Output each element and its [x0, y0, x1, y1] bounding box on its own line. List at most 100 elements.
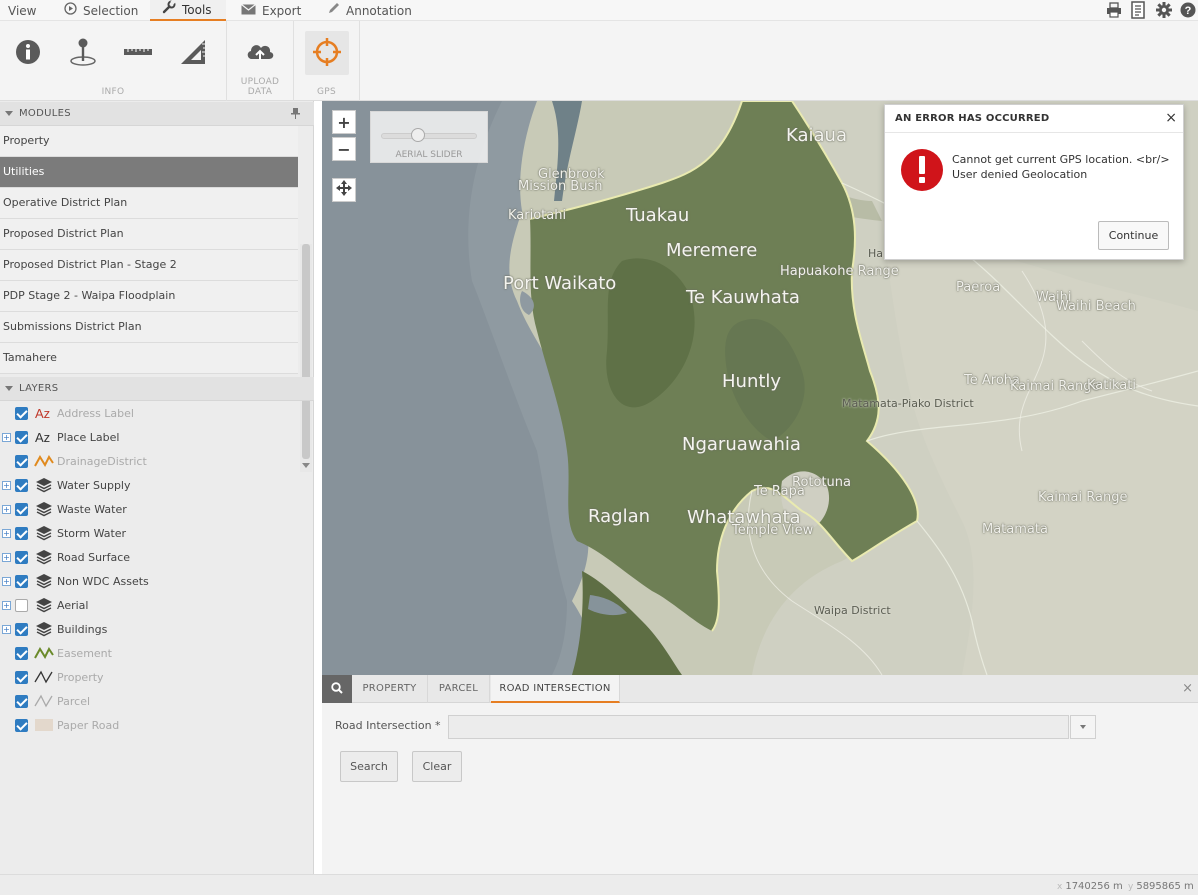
layer-name[interactable]: Property: [57, 671, 104, 684]
expand-icon[interactable]: +: [2, 552, 11, 562]
menu-bar: View Selection Tools Export Annotation ?: [0, 0, 1198, 21]
layer-checkbox[interactable]: [15, 502, 28, 516]
module-item[interactable]: Proposed District Plan - Stage 2: [0, 250, 298, 281]
layer-name[interactable]: Waste Water: [57, 503, 127, 516]
layer-name[interactable]: Address Label: [57, 407, 134, 420]
layer-checkbox[interactable]: [15, 694, 28, 708]
print-icon[interactable]: [1106, 2, 1122, 18]
layer-name[interactable]: DrainageDistrict: [57, 455, 147, 468]
layer-name[interactable]: Non WDC Assets: [57, 575, 149, 588]
pan-button[interactable]: [332, 178, 356, 202]
upload-data-button[interactable]: [238, 31, 282, 75]
dialog-close-button[interactable]: ×: [1165, 110, 1177, 126]
search-tab[interactable]: [322, 675, 352, 703]
layers-stack-icon: [34, 477, 54, 493]
clear-button[interactable]: Clear: [412, 751, 462, 782]
layer-row: Parcel: [0, 689, 314, 713]
layer-name[interactable]: Place Label: [57, 431, 119, 444]
zoom-out-button[interactable]: −: [332, 137, 356, 161]
tab-property[interactable]: PROPERTY: [352, 675, 428, 703]
module-item[interactable]: PDP Stage 2 - Waipa Floodplain: [0, 281, 298, 312]
layer-checkbox[interactable]: [15, 598, 28, 612]
layer-checkbox[interactable]: [15, 646, 28, 660]
aerial-slider-knob[interactable]: [411, 128, 425, 142]
layers-stack-icon: [34, 501, 54, 517]
dialog-message: Cannot get current GPS location. <br/> U…: [952, 152, 1172, 182]
expand-icon[interactable]: +: [2, 504, 11, 514]
menu-tab-annotation[interactable]: Annotation: [327, 0, 417, 21]
menu-tab-label: Selection: [83, 3, 139, 18]
area-measure-button[interactable]: [171, 31, 215, 75]
menu-tab-selection[interactable]: Selection: [64, 0, 144, 21]
help-icon[interactable]: ?: [1180, 2, 1196, 18]
layer-row: + Az Place Label: [0, 425, 314, 449]
layer-name[interactable]: Parcel: [57, 695, 90, 708]
module-item[interactable]: Tamahere: [0, 343, 298, 374]
layer-name[interactable]: Water Supply: [57, 479, 131, 492]
search-tabs: PROPERTY PARCEL ROAD INTERSECTION ×: [322, 675, 1198, 703]
layer-checkbox[interactable]: [15, 718, 28, 732]
modules-header[interactable]: MODULES: [0, 102, 314, 126]
menu-tab-tools[interactable]: Tools: [150, 0, 226, 21]
measure-button[interactable]: [116, 31, 160, 75]
module-item[interactable]: Operative District Plan: [0, 188, 298, 219]
expand-icon[interactable]: +: [2, 480, 11, 490]
road-intersection-dropdown[interactable]: [1070, 715, 1096, 739]
collapse-triangle-icon: [5, 386, 13, 391]
ribbon-group-info: INFO: [0, 21, 227, 101]
map-place-label: Paeroa: [956, 280, 1001, 295]
line-dark-icon: [34, 669, 54, 685]
layer-name[interactable]: Aerial: [57, 599, 88, 612]
document-icon[interactable]: [1131, 1, 1147, 19]
layer-checkbox[interactable]: [15, 550, 28, 564]
layer-name[interactable]: Storm Water: [57, 527, 126, 540]
layer-name[interactable]: Buildings: [57, 623, 107, 636]
layer-name[interactable]: Road Surface: [57, 551, 130, 564]
zoom-in-button[interactable]: +: [332, 110, 356, 134]
layer-row: + Aerial: [0, 593, 314, 617]
expand-icon[interactable]: +: [2, 624, 11, 634]
module-item[interactable]: Proposed District Plan: [0, 219, 298, 250]
line-grey-icon: [34, 693, 54, 709]
expand-icon[interactable]: +: [2, 576, 11, 586]
road-intersection-input[interactable]: [448, 715, 1069, 739]
menu-tab-label: Annotation: [346, 3, 412, 18]
zoom-out-label: −: [337, 139, 351, 159]
aerial-slider: AERIAL SLIDER: [370, 111, 488, 163]
layer-checkbox[interactable]: [15, 430, 28, 444]
aerial-slider-track[interactable]: [381, 133, 477, 139]
module-item[interactable]: Submissions District Plan: [0, 312, 298, 343]
identify-button[interactable]: [61, 31, 105, 75]
svg-text:Az: Az: [35, 430, 50, 444]
layer-checkbox[interactable]: [15, 574, 28, 588]
expand-icon[interactable]: +: [2, 600, 11, 610]
gps-button[interactable]: [305, 31, 349, 75]
module-item[interactable]: Utilities: [0, 157, 298, 188]
zoom-in-label: +: [337, 112, 351, 132]
menu-tab-export[interactable]: Export: [241, 0, 311, 21]
layer-checkbox[interactable]: [15, 478, 28, 492]
map-place-label: Raglan: [588, 506, 651, 527]
pin-icon[interactable]: [291, 108, 300, 122]
measure-ruler-icon: [123, 47, 153, 60]
layer-checkbox[interactable]: [15, 406, 28, 420]
layer-checkbox[interactable]: [15, 454, 28, 468]
panel-close-button[interactable]: ×: [1182, 682, 1193, 695]
menu-tab-view[interactable]: View: [8, 0, 48, 21]
layer-checkbox[interactable]: [15, 526, 28, 540]
tab-road-intersection[interactable]: ROAD INTERSECTION: [491, 675, 620, 703]
gear-icon[interactable]: [1156, 2, 1172, 18]
expand-icon[interactable]: +: [2, 432, 11, 442]
layer-name[interactable]: Easement: [57, 647, 112, 660]
info-button[interactable]: [6, 31, 50, 75]
layer-checkbox[interactable]: [15, 622, 28, 636]
continue-button[interactable]: Continue: [1098, 221, 1169, 250]
layer-row: Easement: [0, 641, 314, 665]
layer-checkbox[interactable]: [15, 670, 28, 684]
expand-icon[interactable]: +: [2, 528, 11, 538]
tab-parcel[interactable]: PARCEL: [428, 675, 490, 703]
layer-name[interactable]: Paper Road: [57, 719, 119, 732]
layers-header[interactable]: LAYERS: [0, 377, 314, 401]
module-item[interactable]: Property: [0, 126, 298, 157]
search-button[interactable]: Search: [340, 751, 398, 782]
